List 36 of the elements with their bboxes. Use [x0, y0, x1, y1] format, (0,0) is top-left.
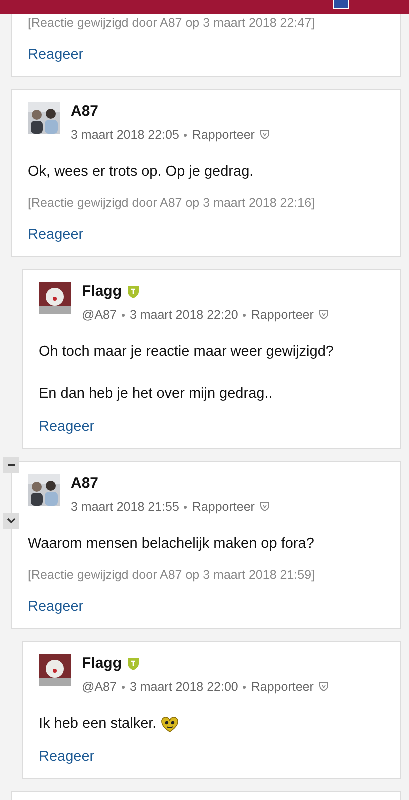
comment-text: En dan heb je het over mijn gedrag.. — [39, 385, 273, 404]
expand-button[interactable] — [3, 513, 19, 529]
reply-link[interactable]: Reageer — [28, 596, 84, 618]
comment-text: Waarom mensen belachelijk maken op fora? — [28, 535, 314, 554]
chevron-down-icon — [6, 518, 16, 524]
report-link[interactable]: Rapporteer — [192, 498, 255, 516]
collapse-button[interactable] — [3, 457, 19, 473]
header-icon[interactable] — [333, 0, 349, 9]
minus-icon — [8, 464, 14, 466]
author-name[interactable]: A87 — [71, 102, 99, 122]
comment-date: 3 maart 2018 22:20 — [130, 307, 238, 324]
reply-link[interactable]: Reageer — [39, 416, 95, 438]
comment-text: Ik heb een stalker. — [39, 715, 157, 734]
report-link[interactable]: Rapporteer — [251, 678, 314, 696]
author-name[interactable]: Flagg — [82, 282, 122, 302]
report-link[interactable]: Rapporteer — [251, 306, 314, 324]
author-name[interactable]: A87 — [71, 474, 99, 494]
comment-date: 3 maart 2018 21:55 — [71, 499, 180, 516]
reply-link[interactable]: Reageer — [28, 224, 84, 246]
edited-note: [Reactie gewijzigd door A87 op 3 maart 2018 22:16] — [28, 195, 316, 212]
report-icon[interactable] — [260, 502, 270, 512]
mention-link[interactable]: @A87 — [82, 678, 117, 696]
reply-link[interactable]: Reageer — [39, 746, 95, 768]
edited-note: [Reactie gewijzigd door A87 op 3 maart 2018 22:47] — [28, 15, 316, 32]
mention-link[interactable]: @A87 — [82, 306, 117, 324]
comment-date: 3 maart 2018 22:05 — [71, 127, 180, 144]
report-link[interactable]: Rapporteer — [192, 126, 255, 144]
comment-text: Oh toch maar je reactie maar weer gewijzigd? — [39, 343, 334, 362]
report-icon[interactable] — [318, 682, 329, 692]
comment-date: 3 maart 2018 22:00 — [130, 679, 238, 696]
report-icon[interactable] — [260, 130, 270, 140]
edited-note: [Reactie gewijzigd door A87 op 3 maart 2018 21:59] — [28, 567, 316, 584]
comment-text: Ok, wees er trots op. Op je gedrag. — [28, 163, 254, 182]
reply-link[interactable]: Reageer — [28, 44, 84, 66]
report-icon[interactable] — [318, 310, 329, 320]
author-name[interactable]: Flagg — [82, 654, 122, 674]
